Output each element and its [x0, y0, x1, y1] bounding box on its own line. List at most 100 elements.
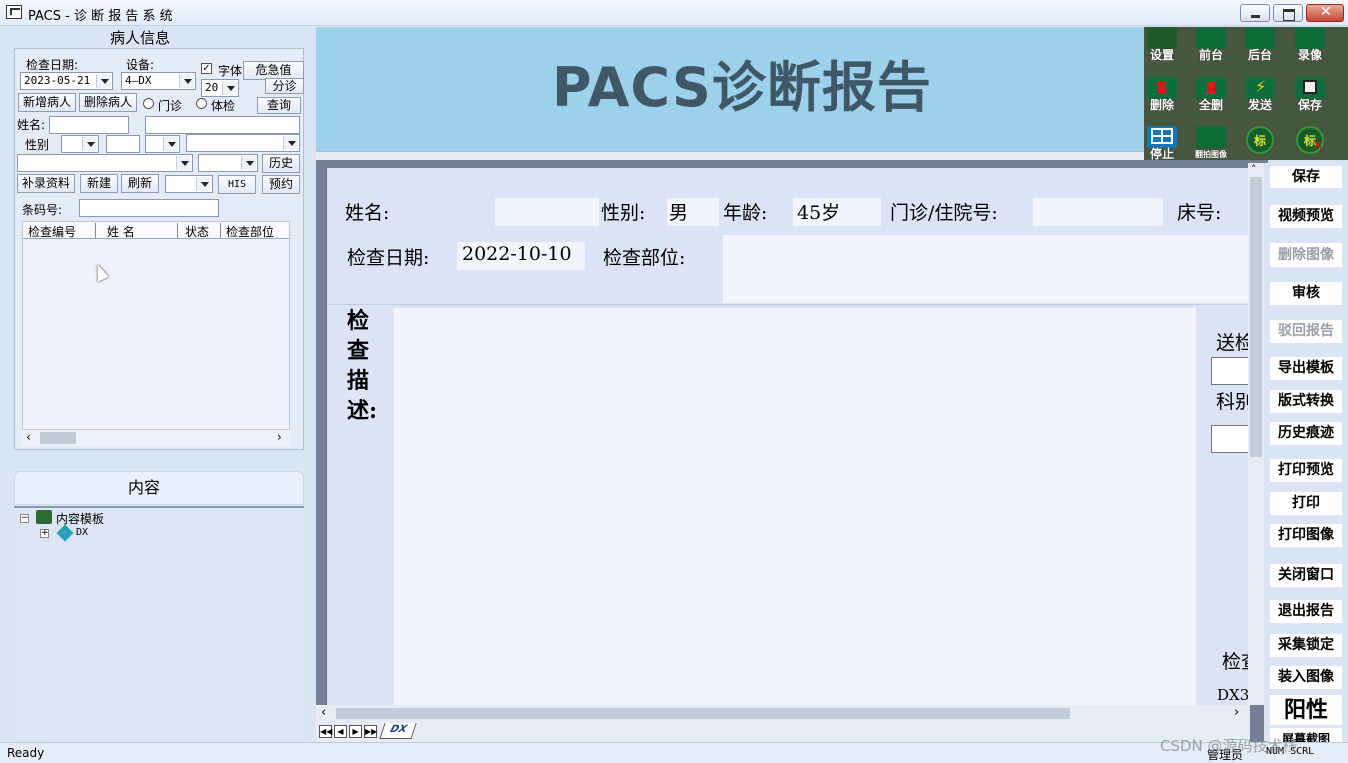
new-patient-button[interactable]: 新增病人 — [18, 93, 76, 112]
gender-select[interactable] — [61, 135, 99, 153]
misc-select-1[interactable] — [186, 134, 300, 152]
font-size-select[interactable]: 20 — [201, 79, 239, 97]
supplement-button[interactable]: 补录资料 — [17, 174, 75, 193]
print-button[interactable]: 打印 — [1270, 492, 1342, 515]
tree-collapse-icon[interactable]: − — [20, 514, 29, 523]
query-button[interactable]: 查询 — [257, 97, 301, 114]
status-select[interactable] — [165, 175, 213, 193]
video-preview-button[interactable]: 视频预览 — [1270, 205, 1342, 228]
minimize-button[interactable] — [1240, 4, 1270, 22]
chevron-down-icon[interactable] — [96, 74, 111, 88]
first-sheet-icon[interactable]: ◀◀ — [319, 725, 332, 738]
delete-image-button[interactable]: 删除图像 — [1270, 243, 1342, 267]
report-dept-field[interactable] — [1211, 425, 1249, 453]
print-preview-button[interactable]: 打印预览 — [1270, 459, 1342, 482]
chevron-down-icon[interactable] — [283, 136, 298, 150]
scroll-left-icon[interactable]: ‹ — [26, 430, 31, 444]
physical-radio[interactable] — [196, 98, 207, 109]
save-report-button[interactable]: 保存 — [1270, 166, 1342, 188]
triage-button[interactable]: 分诊 — [265, 78, 304, 94]
capture-image-tool[interactable]: 翻拍图像 — [1195, 126, 1227, 160]
chevron-down-icon[interactable] — [196, 177, 211, 191]
stop-tool[interactable]: 停止 — [1146, 126, 1178, 161]
font-checkbox[interactable]: ✓ — [201, 63, 212, 74]
delete-all-tool[interactable]: 全删 — [1195, 77, 1227, 112]
col-header-name[interactable]: 姓 名 — [107, 223, 135, 240]
patient-table[interactable]: 检查编号 姓 名 状态 检查部位 — [22, 221, 290, 430]
report-description-field[interactable] — [394, 308, 1196, 706]
outpatient-radio[interactable] — [143, 98, 154, 109]
chevron-down-icon[interactable] — [222, 81, 237, 95]
report-vscroll[interactable]: ˄ — [1248, 163, 1264, 705]
mark-tool[interactable]: 标 — [1244, 126, 1276, 160]
positive-result-button[interactable]: 阳性 — [1270, 695, 1342, 725]
export-template-button[interactable]: 导出模板 — [1270, 357, 1342, 380]
back-tool[interactable]: 后台 — [1244, 27, 1276, 62]
col-header-status[interactable]: 状态 — [185, 223, 209, 240]
scroll-right-icon[interactable]: › — [1234, 705, 1239, 720]
tree-child-label[interactable]: DX — [76, 527, 88, 538]
load-image-button[interactable]: 装入图像 — [1270, 666, 1342, 689]
chevron-down-icon[interactable] — [163, 137, 178, 151]
barcode-input[interactable] — [79, 199, 219, 217]
report-name-field[interactable] — [495, 198, 599, 226]
new-button[interactable]: 新建 — [80, 174, 118, 193]
close-window-button[interactable]: 关闭窗口 — [1270, 564, 1342, 587]
next-sheet-icon[interactable]: ▶ — [349, 725, 362, 738]
unmark-tool[interactable]: 标 ✕ — [1294, 126, 1326, 160]
chevron-down-icon[interactable] — [176, 156, 191, 170]
misc-select-3[interactable] — [198, 154, 258, 172]
last-sheet-icon[interactable]: ▶▶ — [364, 725, 377, 738]
banner-splitter[interactable] — [316, 151, 1144, 160]
sheet-tab-dx[interactable]: DX — [379, 723, 417, 739]
misc-select-2[interactable] — [17, 154, 193, 172]
scroll-up-icon[interactable]: ˄ — [1251, 163, 1257, 176]
report-exam-date-field[interactable]: 2022-10-10 — [457, 242, 585, 270]
delete-tool[interactable]: 删除 — [1146, 77, 1178, 112]
exit-report-button[interactable]: 退出报告 — [1270, 600, 1342, 623]
name-input[interactable] — [49, 116, 129, 134]
prev-sheet-icon[interactable]: ◀ — [334, 725, 347, 738]
report-outpatient-no-field[interactable] — [1033, 198, 1163, 226]
col-header-exam-no[interactable]: 检查编号 — [28, 223, 76, 240]
table-hscroll[interactable]: ‹ › — [22, 430, 290, 446]
report-exam-part-field[interactable] — [723, 235, 1249, 303]
scroll-left-icon[interactable]: ‹ — [321, 705, 326, 720]
name-extra-input[interactable] — [145, 116, 300, 134]
settings-tool[interactable]: 设置 — [1146, 27, 1178, 62]
scroll-right-icon[interactable]: › — [277, 430, 282, 444]
report-hscroll[interactable]: ‹ › — [316, 705, 1250, 722]
close-button[interactable] — [1306, 4, 1344, 22]
booking-button[interactable]: 预约 — [262, 175, 300, 194]
history-trace-button[interactable]: 历史痕迹 — [1270, 422, 1342, 445]
maximize-button[interactable] — [1273, 4, 1303, 22]
his-button[interactable]: HIS — [218, 175, 256, 194]
reject-report-button[interactable]: 驳回报告 — [1270, 320, 1342, 343]
delete-patient-button[interactable]: 删除病人 — [79, 93, 137, 112]
vscroll-thumb[interactable] — [1250, 177, 1262, 457]
exam-date-picker[interactable]: 2023-05-21 — [20, 72, 113, 90]
report-gender-field[interactable]: 男 — [667, 198, 719, 226]
hscroll-thumb[interactable] — [336, 708, 1070, 719]
refresh-button[interactable]: 刷新 — [121, 174, 159, 193]
col-header-exam-part[interactable]: 检查部位 — [226, 223, 274, 240]
report-age-field[interactable]: 45岁 — [793, 198, 881, 226]
age-input[interactable] — [106, 135, 140, 153]
report-send-field[interactable] — [1211, 357, 1249, 385]
capture-lock-button[interactable]: 采集锁定 — [1270, 634, 1342, 657]
content-tree[interactable]: − 内容模板 + DX — [14, 506, 304, 740]
history-button[interactable]: 历史 — [262, 154, 300, 173]
tree-expand-icon[interactable]: + — [40, 529, 49, 538]
scroll-thumb[interactable] — [40, 432, 76, 444]
front-tool[interactable]: 前台 — [1195, 27, 1227, 62]
age-unit-select[interactable] — [145, 135, 180, 153]
record-tool[interactable]: 录像 — [1294, 27, 1326, 62]
layout-convert-button[interactable]: 版式转换 — [1270, 390, 1342, 413]
review-button[interactable]: 审核 — [1270, 282, 1342, 305]
print-image-button[interactable]: 打印图像 — [1270, 524, 1342, 547]
device-select[interactable]: 4—DX — [121, 72, 196, 90]
chevron-down-icon[interactable] — [179, 74, 194, 88]
save-tool[interactable]: 保存 — [1294, 77, 1326, 112]
send-tool[interactable]: ⚡ 发送 — [1244, 77, 1276, 112]
chevron-down-icon[interactable] — [241, 156, 256, 170]
